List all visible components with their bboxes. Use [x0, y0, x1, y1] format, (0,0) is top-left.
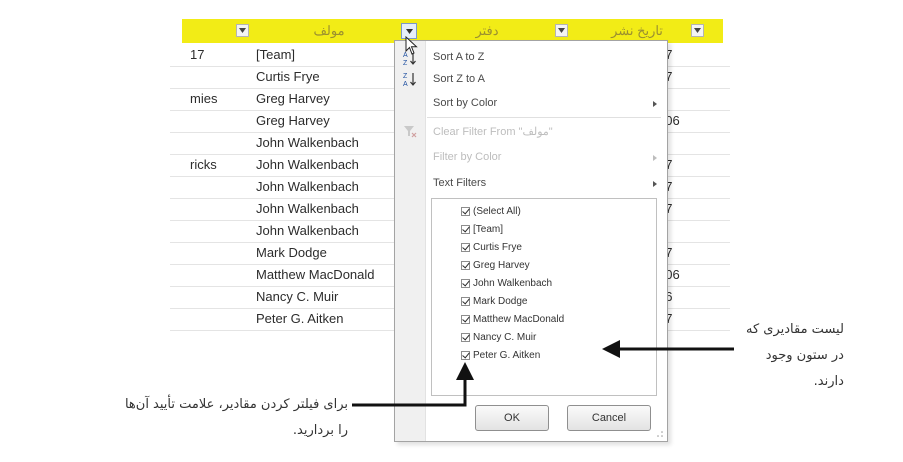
checkbox-select-all[interactable]: (Select All) — [461, 202, 521, 220]
author-cell[interactable]: Greg Harvey — [256, 113, 330, 128]
checkbox-checked-icon[interactable] — [461, 350, 470, 360]
menu-item-sort-by-color[interactable]: Sort by Color — [433, 97, 497, 109]
annotation-line: در ستون وجود — [765, 348, 844, 363]
annotation-uncheck-values: برای فیلتر کردن مقادیر، علامت تأیید آن‌ه… — [48, 392, 348, 444]
annotation-line: دارند. — [813, 374, 844, 389]
menu-item-filter-by-color[interactable]: Filter by Color — [433, 151, 501, 163]
author-cell[interactable]: Curtis Frye — [256, 69, 320, 84]
annotation-list-values: لیست مقادیری که در ستون وجود دارند. — [746, 317, 844, 395]
row-cell[interactable]: ricks — [190, 157, 217, 172]
menu-item-text-filters[interactable]: Text Filters — [433, 177, 486, 189]
checkbox-item[interactable]: Mark Dodge — [461, 292, 527, 310]
menu-item-clear-filter[interactable]: Clear Filter From "مولف" — [433, 125, 553, 138]
checkbox-item[interactable]: Nancy C. Muir — [461, 328, 536, 346]
submenu-arrow-icon — [653, 101, 657, 107]
author-cell[interactable]: Nancy C. Muir — [256, 289, 338, 304]
author-cell[interactable]: Greg Harvey — [256, 91, 330, 106]
checkbox-item[interactable]: [Team] — [461, 220, 503, 238]
cancel-button[interactable]: Cancel — [567, 405, 651, 431]
menu-item-sort-z-to-a[interactable]: Sort Z to A — [433, 73, 485, 85]
svg-text:Z: Z — [403, 60, 408, 66]
clear-filter-icon — [404, 126, 417, 138]
checkbox-checked-icon[interactable] — [461, 206, 470, 216]
menu-separator — [427, 117, 661, 118]
checkbox-checked-icon[interactable] — [461, 296, 470, 306]
author-cell[interactable]: John Walkenbach — [256, 223, 359, 238]
mouse-cursor-icon — [405, 36, 418, 55]
checkbox-checked-icon[interactable] — [461, 332, 470, 342]
author-cell[interactable]: John Walkenbach — [256, 135, 359, 150]
filter-values-list[interactable]: (Select All) [Team] Curtis Frye Greg Har… — [431, 198, 657, 396]
menu-item-sort-a-to-z[interactable]: Sort A to Z — [433, 51, 484, 63]
checkbox-item[interactable]: Greg Harvey — [461, 256, 530, 274]
ok-button[interactable]: OK — [475, 405, 549, 431]
svg-text:Z: Z — [403, 73, 408, 80]
menu-icon-gutter — [395, 41, 426, 441]
chevron-down-icon — [694, 28, 701, 33]
filter-dropdown-button-date[interactable] — [691, 24, 704, 37]
checkbox-item[interactable]: John Walkenbach — [461, 274, 552, 292]
filter-dropdown-button-title[interactable] — [555, 24, 568, 37]
author-cell[interactable]: John Walkenbach — [256, 179, 359, 194]
annotation-line: لیست مقادیری که — [746, 322, 844, 337]
checkbox-checked-icon[interactable] — [461, 260, 470, 270]
chevron-down-icon — [405, 28, 413, 34]
author-cell[interactable]: John Walkenbach — [256, 157, 359, 172]
submenu-arrow-icon — [653, 155, 657, 161]
author-cell[interactable]: [Team] — [256, 47, 295, 62]
chevron-down-icon — [558, 28, 565, 33]
author-cell[interactable]: Mark Dodge — [256, 245, 327, 260]
checkbox-item[interactable]: Peter G. Aitken — [461, 346, 540, 364]
annotation-line: را بردارید. — [292, 423, 348, 438]
spreadsheet: مولف دفتر تاریخ نشر 17[Team]07 Curtis Fr… — [0, 0, 903, 462]
svg-text:A: A — [403, 81, 408, 87]
checkbox-item[interactable]: Curtis Frye — [461, 238, 522, 256]
checkbox-checked-icon[interactable] — [461, 242, 470, 252]
submenu-arrow-icon — [653, 181, 657, 187]
row-cell[interactable]: mies — [190, 91, 217, 106]
sort-descending-icon: Z A — [403, 73, 416, 87]
header-author: مولف — [313, 23, 345, 38]
author-cell[interactable]: Matthew MacDonald — [256, 267, 375, 282]
chevron-down-icon — [239, 28, 246, 33]
autofilter-menu: A Z Sort A to Z Z A Sort Z to A Sort by … — [394, 40, 668, 442]
resize-grip-icon[interactable] — [655, 429, 663, 437]
author-cell[interactable]: Peter G. Aitken — [256, 311, 343, 326]
filter-dropdown-button-col1[interactable] — [236, 24, 249, 37]
author-cell[interactable]: John Walkenbach — [256, 201, 359, 216]
checkbox-checked-icon[interactable] — [461, 314, 470, 324]
annotation-line: برای فیلتر کردن مقادیر، علامت تأیید آن‌ه… — [124, 397, 348, 412]
row-cell[interactable]: 17 — [190, 47, 204, 62]
checkbox-checked-icon[interactable] — [461, 278, 470, 288]
checkbox-checked-icon[interactable] — [461, 224, 470, 234]
checkbox-item[interactable]: Matthew MacDonald — [461, 310, 564, 328]
